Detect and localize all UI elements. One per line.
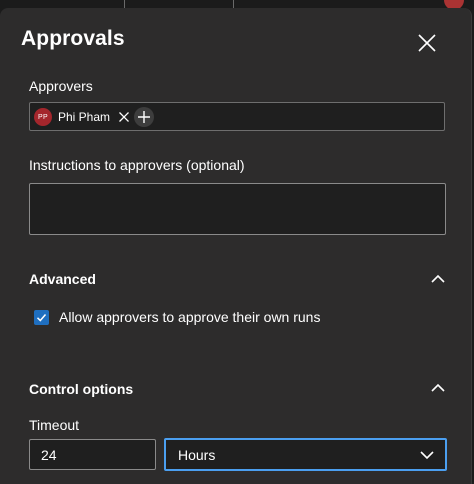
avatar: PP: [34, 108, 52, 126]
timeout-unit-value: Hours: [178, 447, 216, 463]
dialog-title: Approvals: [21, 27, 125, 50]
checkmark-icon: [36, 313, 47, 322]
approver-persona: PP Phi Pham: [34, 107, 131, 127]
advanced-collapse-button[interactable]: [430, 272, 446, 284]
instructions-label: Instructions to approvers (optional): [29, 157, 245, 173]
timeout-unit-dropdown[interactable]: Hours: [164, 438, 447, 471]
allow-self-approval-checkbox[interactable]: Allow approvers to approve their own run…: [34, 309, 320, 325]
timeout-label: Timeout: [29, 417, 80, 433]
close-button[interactable]: [414, 30, 440, 56]
control-options-collapse-button[interactable]: [430, 381, 446, 393]
allow-self-approval-label: Allow approvers to approve their own run…: [59, 309, 321, 325]
timeout-input[interactable]: [29, 439, 156, 470]
chevron-up-icon: [431, 274, 445, 283]
approver-name: Phi Pham: [58, 110, 111, 124]
advanced-section-header: Advanced: [29, 271, 96, 287]
backdrop-divider: [124, 0, 125, 8]
plus-icon: [138, 111, 150, 123]
chevron-down-icon: [420, 451, 434, 460]
remove-approver-button[interactable]: [117, 110, 131, 124]
close-icon: [418, 34, 436, 52]
backdrop-divider: [233, 0, 234, 8]
approvals-panel: Approvals Approvers PP Phi Pham Instruct…: [0, 8, 472, 484]
dismiss-icon: [119, 112, 129, 122]
checkbox-box[interactable]: [34, 309, 49, 325]
approvers-label: Approvers: [29, 78, 93, 94]
add-approver-button[interactable]: [134, 107, 154, 127]
approvers-picker[interactable]: PP Phi Pham: [29, 102, 445, 131]
chevron-up-icon: [431, 383, 445, 392]
control-options-section-header: Control options: [29, 381, 134, 397]
instructions-textarea[interactable]: [29, 183, 446, 235]
